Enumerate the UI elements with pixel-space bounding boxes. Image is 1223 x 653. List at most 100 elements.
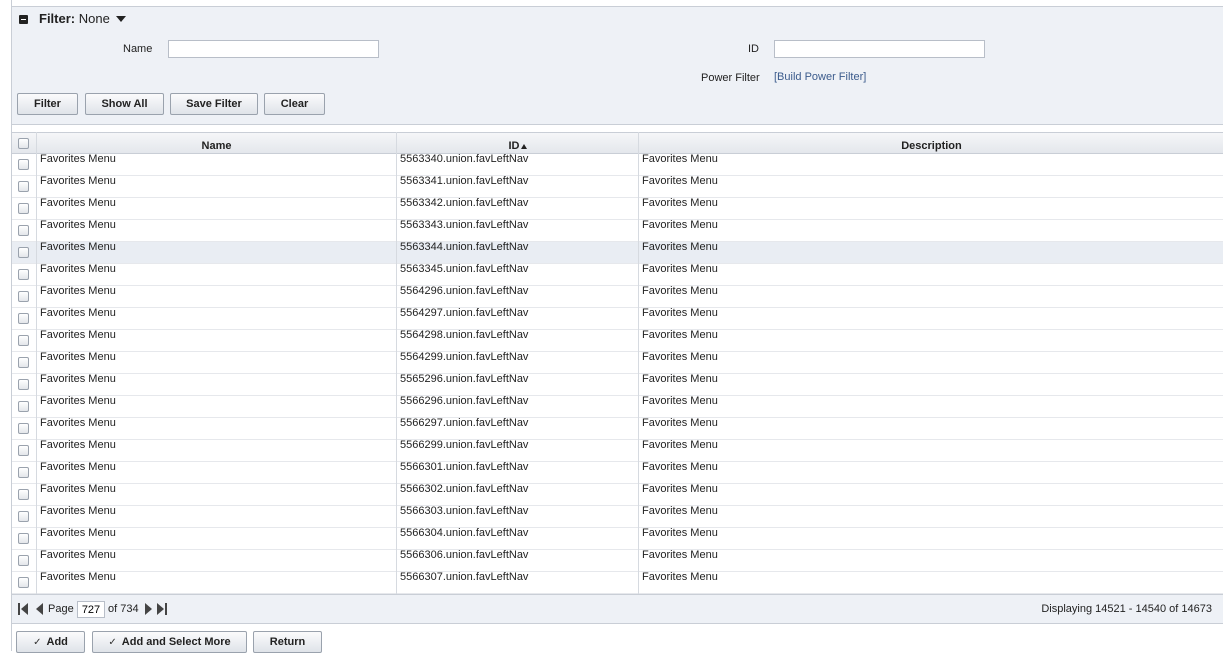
table-row[interactable]: Favorites Menu 5566301.union.favLeftNav Fa… xyxy=(12,461,1223,484)
row-checkbox[interactable] xyxy=(18,489,29,500)
column-header-description[interactable]: Description xyxy=(638,133,1223,153)
cell-id: 5566304.union.favLeftNav xyxy=(400,527,529,539)
table-row[interactable]: Favorites Menu 5566296.union.favLeftNav Fa… xyxy=(12,395,1223,418)
row-checkbox[interactable] xyxy=(18,335,29,346)
page-number-input[interactable] xyxy=(77,601,105,618)
row-checkbox[interactable] xyxy=(18,467,29,478)
row-checkbox[interactable] xyxy=(18,511,29,522)
cell-id: 5566302.union.favLeftNav xyxy=(400,483,529,495)
column-divider xyxy=(396,132,397,594)
row-checkbox[interactable] xyxy=(18,379,29,390)
table-row[interactable]: Favorites Menu 5564297.union.favLeftNav Fa… xyxy=(12,307,1223,330)
table-row[interactable]: Favorites Menu 5563342.union.favLeftNav Fa… xyxy=(12,197,1223,220)
cell-name: Favorites Menu xyxy=(40,571,116,583)
row-checkbox[interactable] xyxy=(18,401,29,412)
add-button[interactable]: ✓ Add xyxy=(16,631,85,653)
row-checkbox[interactable] xyxy=(18,247,29,258)
cell-name: Favorites Menu xyxy=(40,461,116,473)
cell-id: 5566301.union.favLeftNav xyxy=(400,461,529,473)
show-all-button[interactable]: Show All xyxy=(85,93,164,115)
filter-title-label: Filter: xyxy=(39,11,76,26)
id-input[interactable] xyxy=(774,40,985,58)
row-checkbox[interactable] xyxy=(18,225,29,236)
last-page-icon[interactable] xyxy=(157,603,164,615)
table-row[interactable]: Favorites Menu 5566306.union.favLeftNav Fa… xyxy=(12,549,1223,572)
check-icon: ✓ xyxy=(33,636,42,648)
table-row[interactable]: Favorites Menu 5563343.union.favLeftNav Fa… xyxy=(12,219,1223,242)
filter-title[interactable]: Filter: None xyxy=(39,11,110,26)
check-icon: ✓ xyxy=(108,636,117,648)
build-power-filter-link[interactable]: [Build Power Filter] xyxy=(774,71,866,83)
row-checkbox[interactable] xyxy=(18,203,29,214)
row-checkbox[interactable] xyxy=(18,269,29,280)
table-row[interactable]: Favorites Menu 5564299.union.favLeftNav Fa… xyxy=(12,351,1223,374)
table-row[interactable]: Favorites Menu 5563345.union.favLeftNav Fa… xyxy=(12,263,1223,286)
cell-name: Favorites Menu xyxy=(40,373,116,385)
cell-name: Favorites Menu xyxy=(40,351,116,363)
cell-name: Favorites Menu xyxy=(40,197,116,209)
cell-id: 5564296.union.favLeftNav xyxy=(400,285,529,297)
table-row[interactable]: Favorites Menu 5566307.union.favLeftNav Fa… xyxy=(12,571,1223,594)
table-row[interactable]: Favorites Menu 5563340.union.favLeftNav Fa… xyxy=(12,153,1223,176)
collapse-icon[interactable] xyxy=(19,15,28,24)
table-row[interactable]: Favorites Menu 5566302.union.favLeftNav Fa… xyxy=(12,483,1223,506)
cell-description: Favorites Menu xyxy=(642,483,718,495)
cell-name: Favorites Menu xyxy=(40,439,116,451)
cell-name: Favorites Menu xyxy=(40,263,116,275)
column-header-name[interactable]: Name xyxy=(36,133,396,153)
cell-name: Favorites Menu xyxy=(40,527,116,539)
row-checkbox[interactable] xyxy=(18,357,29,368)
dropdown-caret-icon[interactable] xyxy=(116,16,126,22)
power-filter-label: Power Filter xyxy=(701,72,760,84)
main-frame: Filter: None Name ID Power Filter [Build… xyxy=(11,0,1223,653)
column-header-description-label: Description xyxy=(901,140,962,152)
select-all-checkbox[interactable] xyxy=(18,138,29,149)
row-checkbox[interactable] xyxy=(18,423,29,434)
row-checkbox[interactable] xyxy=(18,181,29,192)
last-page-icon[interactable] xyxy=(165,603,167,615)
filter-panel: Filter: None Name ID Power Filter [Build… xyxy=(12,6,1223,125)
table-row[interactable]: Favorites Menu 5563341.union.favLeftNav Fa… xyxy=(12,175,1223,198)
cell-description: Favorites Menu xyxy=(642,395,718,407)
filter-title-value: None xyxy=(78,11,110,26)
column-header-id-label: ID xyxy=(508,140,520,152)
row-checkbox[interactable] xyxy=(18,555,29,566)
table-row[interactable]: Favorites Menu 5564298.union.favLeftNav Fa… xyxy=(12,329,1223,352)
cell-id: 5564297.union.favLeftNav xyxy=(400,307,529,319)
cell-name: Favorites Menu xyxy=(40,417,116,429)
table-row[interactable]: Favorites Menu 5564296.union.favLeftNav Fa… xyxy=(12,285,1223,308)
first-page-icon[interactable] xyxy=(21,603,28,615)
cell-id: 5566297.union.favLeftNav xyxy=(400,417,529,429)
row-checkbox[interactable] xyxy=(18,445,29,456)
table-row[interactable]: Favorites Menu 5566303.union.favLeftNav Fa… xyxy=(12,505,1223,528)
row-checkbox[interactable] xyxy=(18,577,29,588)
prev-page-icon[interactable] xyxy=(36,603,43,615)
save-filter-button[interactable]: Save Filter xyxy=(170,93,258,115)
first-page-icon[interactable] xyxy=(18,603,20,615)
table-row[interactable]: Favorites Menu 5566299.union.favLeftNav Fa… xyxy=(12,439,1223,462)
cell-description: Favorites Menu xyxy=(642,285,718,297)
add-and-select-more-button[interactable]: ✓ Add and Select More xyxy=(92,631,247,653)
table-row[interactable]: Favorites Menu 5563344.union.favLeftNav Fa… xyxy=(12,241,1223,264)
row-checkbox[interactable] xyxy=(18,291,29,302)
clear-button[interactable]: Clear xyxy=(264,93,325,115)
name-input[interactable] xyxy=(168,40,379,58)
add-and-select-more-label: Add and Select More xyxy=(121,636,231,648)
row-checkbox[interactable] xyxy=(18,533,29,544)
column-header-id[interactable]: ID xyxy=(396,133,638,153)
cell-description: Favorites Menu xyxy=(642,417,718,429)
name-label: Name xyxy=(123,43,153,55)
return-button[interactable]: Return xyxy=(253,631,322,653)
column-divider xyxy=(36,132,37,594)
row-checkbox[interactable] xyxy=(18,159,29,170)
filter-button[interactable]: Filter xyxy=(17,93,78,115)
cell-description: Favorites Menu xyxy=(642,373,718,385)
next-page-icon[interactable] xyxy=(145,603,152,615)
table-row[interactable]: Favorites Menu 5566304.union.favLeftNav Fa… xyxy=(12,527,1223,550)
display-count: Displaying 14521 - 14540 of 14673 xyxy=(1041,603,1212,615)
table-row[interactable]: Favorites Menu 5566297.union.favLeftNav Fa… xyxy=(12,417,1223,440)
table-row[interactable]: Favorites Menu 5565296.union.favLeftNav Fa… xyxy=(12,373,1223,396)
row-checkbox[interactable] xyxy=(18,313,29,324)
cell-description: Favorites Menu xyxy=(642,527,718,539)
cell-id: 5563343.union.favLeftNav xyxy=(400,219,529,231)
